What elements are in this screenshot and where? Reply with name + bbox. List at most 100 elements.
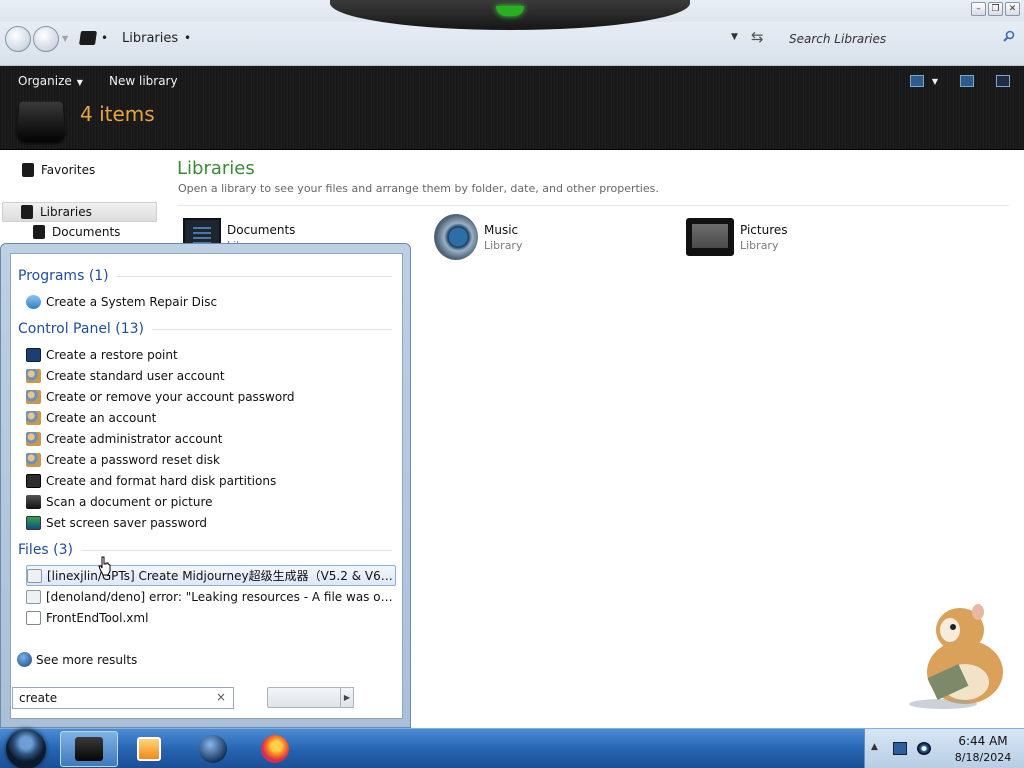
minimize-button[interactable]: – (971, 2, 986, 16)
breadcrumb-separator[interactable]: • (101, 31, 108, 45)
taskbar-explorer[interactable] (60, 731, 118, 767)
group-header-files[interactable]: Files (3) (18, 542, 392, 558)
tile-name: Pictures (740, 222, 788, 237)
result-item[interactable]: Create administrator account (26, 428, 396, 449)
view-options-chevron-icon[interactable]: ▼ (932, 77, 938, 86)
result-label: Create administrator account (46, 431, 223, 446)
result-item[interactable]: Scan a document or picture (26, 491, 396, 512)
xml-file-icon (26, 610, 41, 625)
nav-item-label: Documents (52, 225, 121, 239)
result-label: FrontEndTool.xml (46, 610, 149, 625)
library-tile-pictures[interactable]: Pictures Library (686, 213, 788, 261)
user-accounts-icon (26, 368, 41, 383)
start-button[interactable] (6, 729, 46, 768)
chevron-down-icon: ▼ (76, 78, 83, 87)
result-item[interactable]: Set screen saver password (26, 512, 396, 533)
start-search-input[interactable] (12, 687, 234, 709)
see-more-results-link[interactable]: See more results (17, 652, 137, 667)
address-dropdown-icon[interactable]: ▼ (731, 32, 738, 42)
forward-button[interactable] (33, 26, 59, 52)
back-button[interactable] (5, 26, 31, 52)
result-item[interactable]: Create a restore point (26, 344, 396, 365)
search-input[interactable] (782, 26, 1022, 52)
preview-pane-icon[interactable] (960, 75, 974, 87)
items-count: 4 items (80, 102, 155, 126)
breadcrumb-separator[interactable]: • (184, 31, 191, 45)
clear-search-icon[interactable]: × (216, 690, 226, 704)
group-header-control-panel[interactable]: Control Panel (13) (18, 321, 392, 337)
libraries-large-icon (16, 101, 66, 142)
organize-button[interactable]: Organize ▼ (18, 74, 83, 88)
web-file-icon (26, 589, 41, 604)
change-view-icon[interactable] (909, 75, 924, 87)
show-hidden-icons-icon[interactable]: ▲ (871, 742, 878, 752)
repair-disc-icon (26, 294, 41, 309)
result-item[interactable]: FrontEndTool.xml (26, 607, 396, 628)
result-label: Create an account (46, 410, 157, 425)
search-globe-icon (17, 652, 32, 667)
result-label: Create a password reset disk (46, 452, 220, 467)
result-label: Create a restore point (46, 347, 178, 362)
libraries-icon (79, 31, 97, 45)
result-item[interactable]: [linexjlin/GPTs] Create Midjourney超级生成器（… (26, 565, 396, 586)
library-tile-music[interactable]: Music Library (434, 213, 522, 261)
page-title: Libraries (177, 158, 255, 179)
clock-time[interactable]: 6:44 AM (943, 734, 1023, 748)
group-label: Programs (1) (18, 268, 109, 284)
network-icon[interactable] (893, 742, 907, 755)
result-label: Create a System Repair Disc (46, 294, 218, 309)
shutdown-options-icon[interactable]: ▶ (340, 687, 354, 708)
tile-name: Music (484, 222, 519, 237)
result-label: Create standard user account (46, 368, 225, 383)
media-player-icon (137, 737, 161, 761)
group-label: Files (3) (18, 542, 74, 558)
result-label: Create and format hard disk partitions (46, 473, 277, 488)
new-library-button[interactable]: New library (109, 74, 178, 88)
result-item[interactable]: Create a System Repair Disc (26, 291, 396, 312)
divider (177, 205, 1009, 206)
navigation-pane: Favorites Libraries Documents (0, 151, 165, 251)
scanner-icon (26, 494, 41, 509)
user-accounts-icon (26, 452, 41, 467)
nav-item-documents[interactable]: Documents (33, 225, 120, 239)
result-item[interactable]: Create a password reset disk (26, 449, 396, 470)
recent-pages-dropdown-icon[interactable]: ▼ (62, 34, 68, 43)
result-item[interactable]: [denoland/deno] error: "Leaking resource… (26, 586, 396, 607)
volume-icon[interactable] (917, 742, 931, 755)
start-menu: Programs (1) Create a System Repair Disc… (0, 243, 411, 728)
result-item[interactable]: Create standard user account (26, 365, 396, 386)
breadcrumb-libraries[interactable]: Libraries (122, 31, 178, 46)
user-accounts-icon (26, 389, 41, 404)
refresh-icon[interactable]: ⇆ (751, 28, 764, 46)
taskbar: ▲ 6:44 AM 8/18/2024 (0, 728, 1024, 768)
user-accounts-icon (26, 410, 41, 425)
taskbar-media-player[interactable] (120, 731, 178, 767)
taskbar-browser[interactable] (184, 731, 242, 767)
nav-item-favorites[interactable]: Favorites (22, 163, 95, 177)
tile-type: Library (740, 238, 779, 252)
group-header-programs[interactable]: Programs (1) (18, 268, 392, 284)
hand-cursor-icon (98, 556, 111, 576)
music-library-icon (434, 214, 478, 260)
result-label: [denoland/deno] error: "Leaking resource… (46, 589, 396, 604)
result-item[interactable]: Create and format hard disk partitions (26, 470, 396, 491)
taskbar-firefox[interactable] (246, 731, 304, 767)
result-item[interactable]: Create an account (26, 407, 396, 428)
clock-date[interactable]: 8/18/2024 (943, 751, 1023, 764)
view-controls: ▼ (909, 75, 1010, 87)
nav-item-libraries[interactable]: Libraries (2, 202, 157, 222)
documents-icon (33, 225, 45, 239)
search-icon[interactable] (1003, 30, 1015, 42)
close-button[interactable]: ✕ (1005, 2, 1020, 16)
help-icon[interactable] (996, 75, 1010, 87)
explorer-icon (75, 737, 103, 761)
screen-saver-icon (26, 515, 41, 530)
libraries-icon (21, 205, 33, 219)
hamster-gadget-icon[interactable] (903, 600, 1018, 715)
restore-point-icon (26, 347, 41, 362)
nav-item-label: Favorites (41, 163, 96, 177)
result-item[interactable]: Create or remove your account password (26, 386, 396, 407)
result-label: Set screen saver password (46, 515, 208, 530)
shutdown-button[interactable] (267, 687, 341, 708)
restore-button[interactable]: ❐ (988, 2, 1003, 16)
